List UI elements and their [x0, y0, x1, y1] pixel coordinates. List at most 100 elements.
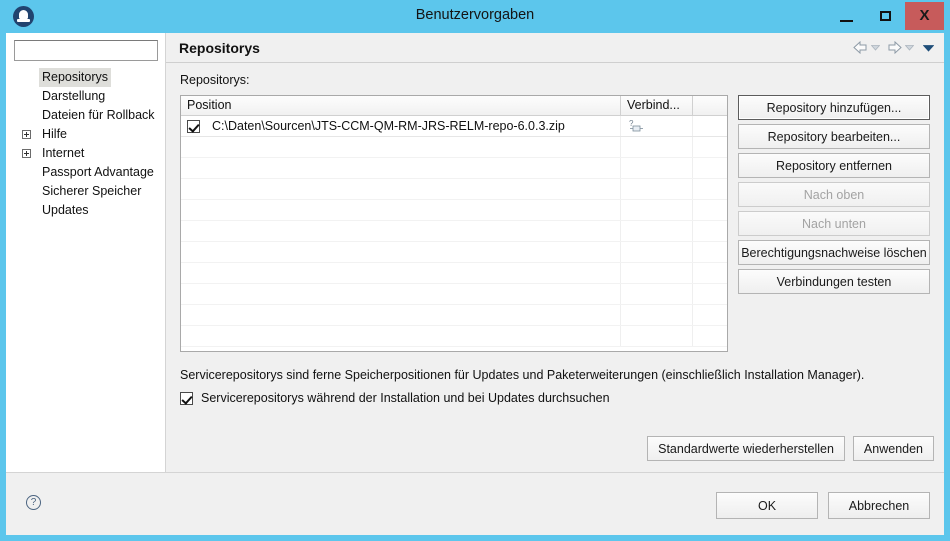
- table-header-row: Position Verbind...: [181, 96, 727, 116]
- filter-input[interactable]: [14, 40, 158, 61]
- cell-extra: [693, 137, 727, 157]
- cell-position: [181, 221, 621, 241]
- cell-extra: [693, 326, 727, 346]
- cell-connection: [621, 326, 693, 346]
- preferences-navigation-panel: Repositorys Darstellung Dateien für Roll…: [6, 33, 166, 473]
- search-service-repositories-checkbox[interactable]: [180, 391, 193, 405]
- cell-position: [181, 200, 621, 220]
- minimize-icon: [840, 20, 853, 22]
- cell-connection: ?: [621, 116, 693, 136]
- page-title: Repositorys: [179, 40, 260, 56]
- table-row[interactable]: [181, 263, 727, 284]
- test-connections-button[interactable]: Verbindungen testen: [738, 269, 930, 294]
- forward-arrow-icon[interactable]: [887, 41, 902, 54]
- cell-position: [181, 305, 621, 325]
- expand-plus-icon[interactable]: [22, 149, 31, 158]
- ok-button[interactable]: OK: [716, 492, 818, 519]
- sidebar-item-label: Darstellung: [42, 89, 106, 103]
- add-repository-button[interactable]: Repository hinzufügen...: [738, 95, 930, 120]
- sidebar-item-label: Passport Advantage: [42, 165, 154, 179]
- table-row[interactable]: [181, 179, 727, 200]
- table-row[interactable]: [181, 305, 727, 326]
- cell-extra: [693, 179, 727, 199]
- cell-connection: [621, 305, 693, 325]
- move-up-button: Nach oben: [738, 182, 930, 207]
- cell-position: C:\Daten\Sourcen\JTS-CCM-QM-RM-JRS-RELM-…: [181, 116, 621, 136]
- remove-repository-button[interactable]: Repository entfernen: [738, 153, 930, 178]
- move-down-button: Nach unten: [738, 211, 930, 236]
- cell-extra: [693, 242, 727, 262]
- cell-extra: [693, 263, 727, 283]
- column-header-position[interactable]: Position: [181, 96, 621, 115]
- cell-position: [181, 284, 621, 304]
- column-header-extra[interactable]: [693, 96, 727, 115]
- close-button[interactable]: X: [905, 2, 944, 30]
- table-row[interactable]: [181, 200, 727, 221]
- maximize-button[interactable]: [866, 2, 905, 30]
- search-service-repositories-option[interactable]: Servicerepositorys während der Installat…: [180, 391, 610, 405]
- repositories-field-label: Repositorys:: [180, 73, 250, 87]
- clear-credentials-button[interactable]: Berechtigungsnachweise löschen: [738, 240, 930, 265]
- cell-connection: [621, 263, 693, 283]
- repositories-page: Repositorys Repositorys: Position Verbin…: [166, 33, 944, 473]
- minimize-button[interactable]: [827, 2, 866, 30]
- sidebar-item-hilfe[interactable]: Hilfe: [6, 125, 165, 144]
- cell-connection: [621, 284, 693, 304]
- cell-extra: [693, 158, 727, 178]
- window-title: Benutzervorgaben: [415, 7, 535, 23]
- view-menu-icon[interactable]: [923, 44, 934, 52]
- sidebar-item-passport-advantage[interactable]: Passport Advantage: [6, 163, 165, 182]
- restore-defaults-button[interactable]: Standardwerte wiederherstellen: [647, 436, 845, 461]
- sidebar-item-darstellung[interactable]: Darstellung: [6, 87, 165, 106]
- cell-connection: [621, 221, 693, 241]
- edit-repository-button[interactable]: Repository bearbeiten...: [738, 124, 930, 149]
- sidebar-item-internet[interactable]: Internet: [6, 144, 165, 163]
- cell-position: [181, 179, 621, 199]
- title-bar: Benutzervorgaben X: [0, 0, 950, 33]
- repositories-table[interactable]: Position Verbind... C:\Daten\Sourcen\JTS…: [180, 95, 728, 352]
- sidebar-item-sicherer-speicher[interactable]: Sicherer Speicher: [6, 182, 165, 201]
- expand-plus-icon[interactable]: [22, 130, 31, 139]
- cell-extra: [693, 284, 727, 304]
- preferences-tree: Repositorys Darstellung Dateien für Roll…: [6, 68, 165, 220]
- cell-extra: [693, 116, 727, 136]
- table-row[interactable]: [181, 221, 727, 242]
- sidebar-item-label: Hilfe: [42, 127, 68, 141]
- maximize-icon: [880, 11, 891, 21]
- row-checkbox[interactable]: [187, 119, 200, 133]
- cancel-button[interactable]: Abbrechen: [828, 492, 930, 519]
- window-controls: X: [827, 2, 944, 30]
- cell-extra: [693, 221, 727, 241]
- back-arrow-icon[interactable]: [853, 41, 868, 54]
- sidebar-item-label: Internet: [42, 146, 85, 160]
- close-icon: X: [919, 7, 930, 24]
- sidebar-item-dateien-fuer-rollback[interactable]: Dateien für Rollback: [6, 106, 165, 125]
- sidebar-item-label: Repositorys: [39, 68, 111, 87]
- table-row[interactable]: [181, 242, 727, 263]
- help-icon[interactable]: ?: [26, 495, 41, 510]
- preferences-window: Benutzervorgaben X Repositorys Darstellu…: [0, 0, 950, 541]
- sidebar-item-label: Dateien für Rollback: [42, 108, 155, 122]
- table-row[interactable]: [181, 326, 727, 347]
- connection-unknown-icon: ?: [629, 119, 644, 134]
- cell-position: [181, 137, 621, 157]
- sidebar-item-label: Sicherer Speicher: [42, 184, 142, 198]
- cell-connection: [621, 179, 693, 199]
- sidebar-item-updates[interactable]: Updates: [6, 201, 165, 220]
- table-row[interactable]: C:\Daten\Sourcen\JTS-CCM-QM-RM-JRS-RELM-…: [181, 116, 727, 137]
- sidebar-item-repositorys[interactable]: Repositorys: [6, 68, 165, 87]
- cell-position: [181, 263, 621, 283]
- apply-button[interactable]: Anwenden: [852, 436, 934, 461]
- table-row[interactable]: [181, 284, 727, 305]
- repository-actions: Repository hinzufügen... Repository bear…: [738, 95, 930, 298]
- table-row[interactable]: [181, 158, 727, 179]
- back-dropdown-icon[interactable]: [871, 44, 880, 51]
- table-row[interactable]: [181, 137, 727, 158]
- cell-position: [181, 242, 621, 262]
- column-header-verbindung[interactable]: Verbind...: [621, 96, 693, 115]
- cell-extra: [693, 305, 727, 325]
- page-navigation-toolbar: [853, 41, 934, 54]
- search-service-repositories-label: Servicerepositorys während der Installat…: [201, 391, 610, 405]
- forward-dropdown-icon[interactable]: [905, 44, 914, 51]
- cell-position: [181, 158, 621, 178]
